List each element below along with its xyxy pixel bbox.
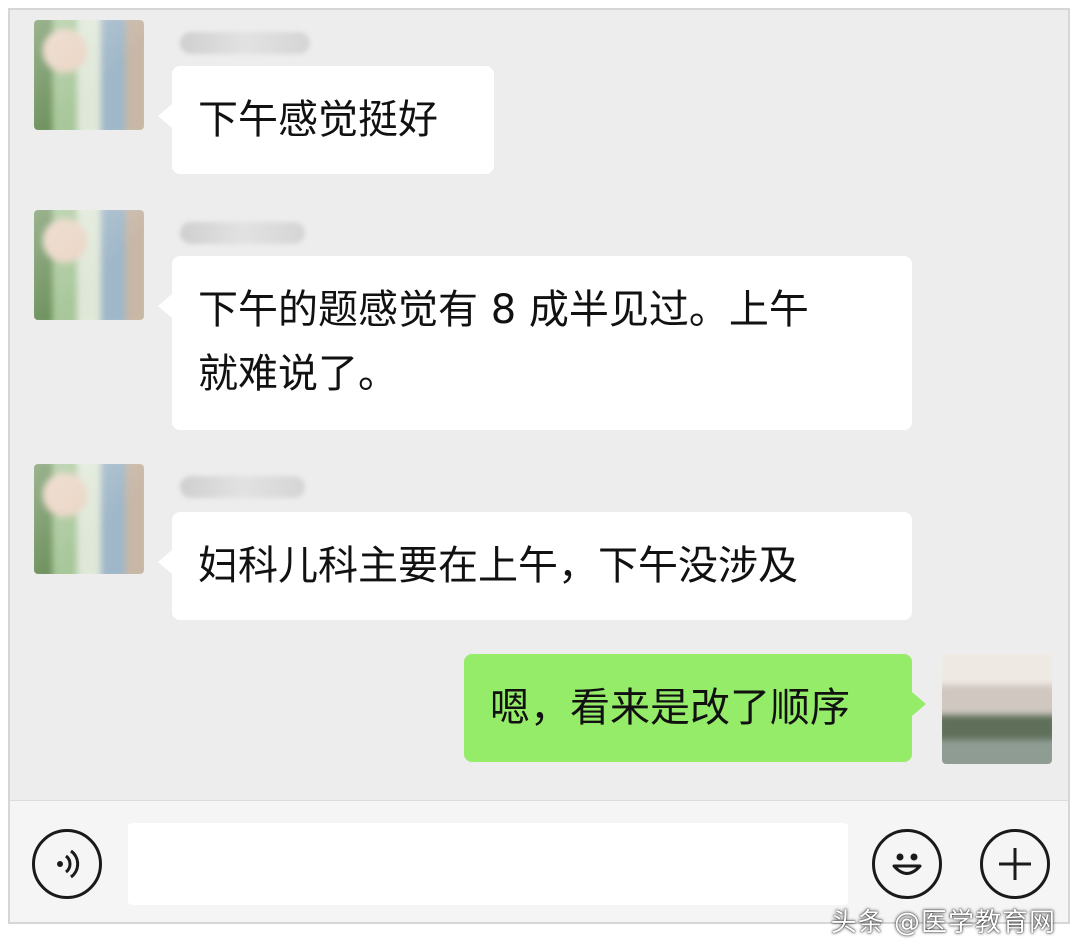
watermark: 头条 @医学教育网 [830, 908, 1056, 938]
message-input[interactable] [128, 823, 848, 905]
voice-icon [57, 849, 80, 879]
chat-window: 下午感觉挺好 下午的题感觉有 8 成半见过。上午 就难说了。 妇科儿科主要在上午… [8, 8, 1070, 924]
avatar[interactable] [34, 210, 144, 320]
sender-name-blurred [180, 32, 310, 54]
message-list: 下午感觉挺好 下午的题感觉有 8 成半见过。上午 就难说了。 妇科儿科主要在上午… [10, 10, 1068, 800]
message-bubble[interactable]: 下午感觉挺好 [158, 66, 494, 174]
voice-button[interactable] [32, 829, 102, 899]
sender-name-blurred [180, 222, 305, 244]
message-bubble[interactable]: 妇科儿科主要在上午，下午没涉及 [158, 512, 912, 620]
my-message-bubble[interactable]: 嗯，看来是改了顺序 [464, 654, 926, 762]
plus-icon [999, 848, 1031, 880]
sender-name-blurred [180, 476, 305, 498]
self-avatar[interactable] [942, 654, 1052, 764]
plus-button[interactable] [980, 829, 1050, 899]
emoji-icon [892, 853, 922, 875]
avatar[interactable] [34, 464, 144, 574]
avatar[interactable] [34, 20, 144, 130]
message-bubble[interactable]: 下午的题感觉有 8 成半见过。上午 就难说了。 [158, 256, 912, 430]
emoji-button[interactable] [872, 829, 942, 899]
